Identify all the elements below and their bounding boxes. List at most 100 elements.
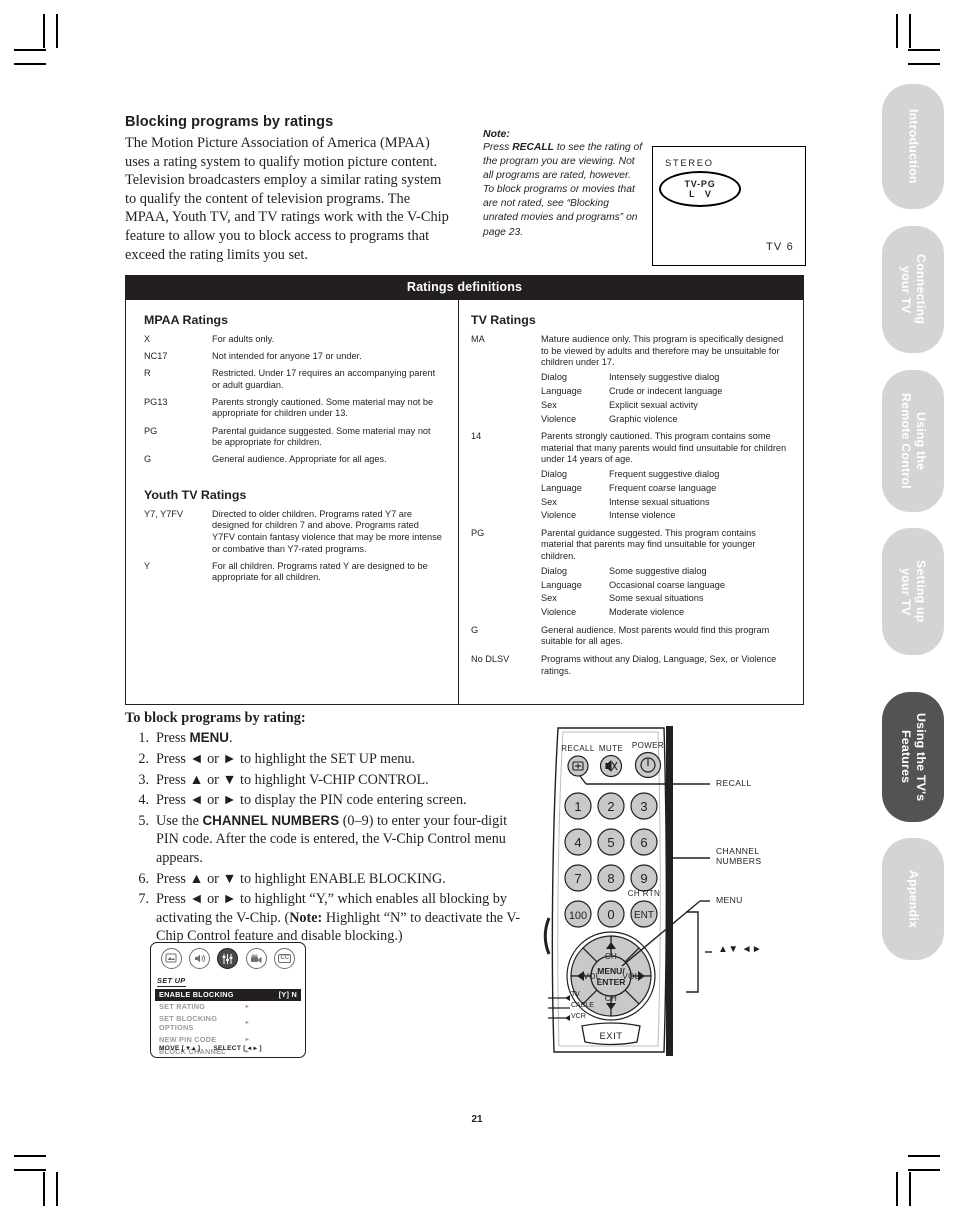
step-number: 5.	[138, 813, 149, 830]
ratings-code: PG	[471, 527, 485, 538]
rating-subcodes: L V	[689, 188, 715, 199]
ratings-subcategory-value: Crude or indecent language	[609, 385, 723, 396]
stereo-indicator: STEREO	[665, 158, 714, 169]
sidebar-item-setting-up-your-tv[interactable]: Setting up your TV	[882, 528, 944, 655]
svg-text:MUTE: MUTE	[599, 744, 623, 753]
ratings-subcategory-key: Dialog	[541, 371, 568, 382]
ratings-subcategory-row: Sex Intense sexual situations	[541, 497, 791, 508]
ratings-subcategory-row: Sex Explicit sexual activity	[541, 400, 791, 411]
step-text: Press ◄ or ► to highlight the SET UP men…	[156, 750, 527, 768]
ratings-code: G	[144, 454, 152, 465]
ratings-code: Y7, Y7FV	[144, 508, 184, 519]
ratings-row: PG Parental guidance suggested. This prog…	[471, 528, 791, 619]
cc-glyph: CC	[278, 954, 292, 963]
ratings-subcategory-value: Some suggestive dialog	[609, 565, 707, 576]
ratings-code: X	[144, 334, 151, 344]
step-fragment: Press ◄ or ► to display the PIN code ent…	[156, 792, 467, 809]
ratings-subcategory-value: Occasional coarse language	[609, 579, 725, 590]
step-number: 7.	[138, 891, 149, 908]
ratings-title-bar: Ratings definitions	[125, 275, 804, 300]
osd-menu-item-label: ENABLE BLOCKING	[159, 990, 234, 1000]
sidebar-item-appendix[interactable]: Appendix	[882, 838, 944, 960]
crop-mark-top-right-v	[909, 14, 911, 48]
ratings-subcategory-row: Dialog Some suggestive dialog	[541, 566, 791, 577]
svg-text:ENT: ENT	[634, 910, 654, 921]
osd-menu-item[interactable]: ENABLE BLOCKING [Y] N	[155, 989, 301, 1001]
sidebar-item-using-the-remote-control[interactable]: Using the Remote Control	[882, 370, 944, 512]
ratings-code: 14	[471, 430, 482, 441]
mpaa-heading: MPAA Ratings	[144, 313, 228, 327]
ratings-description: General audience. Most parents would fin…	[541, 624, 770, 647]
ratings-row: PG Parental guidance suggested. Some mate…	[144, 426, 446, 449]
callout-menu: MENU	[716, 895, 743, 905]
ratings-row: No DLSV Programs without any Dialog, Lang…	[471, 654, 791, 677]
rating-code: TV-PG	[684, 178, 716, 189]
svg-text:9: 9	[640, 871, 647, 886]
remote-body: RECALL MUTE POWER 1 2 3 4 5 6 7 8 9 100 …	[543, 726, 712, 1056]
ratings-subcategory-key: Dialog	[541, 565, 568, 576]
step-text: Press MENU.	[156, 729, 527, 747]
intro-paragraph: The Motion Picture Association of Americ…	[125, 135, 449, 263]
ratings-code: MA	[471, 334, 485, 344]
step-fragment: Use the	[156, 813, 203, 830]
svg-text:CABLE: CABLE	[571, 1002, 594, 1009]
procedure-step: 1. Press MENU.	[127, 729, 527, 747]
callout-arrow-keys: ▲▼ ◄►	[718, 944, 763, 955]
ratings-column-left: MPAA Ratings X For adults only. NC17 Not in…	[126, 300, 459, 704]
ratings-subcategories: Dialog Some suggestive dialog Language Occa…	[541, 566, 791, 619]
sidebar-item-using-the-tvs-features[interactable]: Using the TV's Features	[882, 692, 944, 822]
ratings-row: Y7, Y7FV Directed to older children. Prog…	[144, 509, 446, 555]
channel-indicator: TV 6	[765, 241, 794, 253]
step-number: 1.	[138, 730, 149, 746]
ratings-subcategory-row: Violence Graphic violence	[541, 414, 791, 425]
ratings-description: Restricted. Under 17 requires an accompa…	[212, 368, 436, 390]
callout-recall: RECALL	[716, 778, 752, 788]
sidebar-item-introduction[interactable]: Introduction	[882, 84, 944, 209]
sidebar-item-label: Setting up your TV	[899, 560, 928, 623]
svg-text:3: 3	[640, 799, 647, 814]
sidebar-item-label: Using the TV's Features	[899, 712, 928, 802]
note-body: Press RECALL to see the rating of the pr…	[483, 141, 643, 240]
procedure-step: 7. Press ◄ or ► to highlight “Y,” which e…	[127, 890, 527, 945]
step-number: 3.	[138, 771, 149, 788]
ratings-description: For all children. Programs rated Y are d…	[212, 560, 428, 583]
step-number: 4.	[138, 792, 149, 809]
procedure-step: 4. Press ◄ or ► to display the PIN code e…	[127, 791, 527, 809]
svg-text:5: 5	[607, 835, 614, 850]
crop-mark-top-left-h	[14, 49, 46, 51]
svg-text:0: 0	[607, 907, 614, 922]
ratings-row: G General audience. Most parents would fi…	[471, 625, 791, 648]
ratings-code: No DLSV	[471, 653, 510, 664]
audio-icon	[189, 948, 211, 969]
crop-mark-bottom-right-v	[909, 1172, 911, 1206]
osd-menu-item[interactable]: SET RATING ▸	[155, 1001, 301, 1013]
osd-menu-item-value: ▸	[245, 1020, 249, 1027]
ratings-row: X For adults only.	[144, 334, 446, 346]
callout-channel-numbers: CHANNEL NUMBERS	[716, 846, 762, 867]
ratings-code: R	[144, 368, 151, 379]
osd-menu-item[interactable]: SET BLOCKING OPTIONS ▸	[155, 1013, 301, 1034]
osd-icon-row: CC	[151, 943, 305, 970]
osd-menu-item-label: NEW PIN CODE	[159, 1034, 217, 1044]
step-text: Press ▲ or ▼ to highlight ENABLE BLOCKIN…	[156, 870, 527, 888]
key-label: MENU	[189, 730, 229, 745]
ratings-subcategory-value: Frequent suggestive dialog	[609, 468, 720, 479]
ratings-subcategory-key: Dialog	[541, 468, 568, 479]
svg-text:7: 7	[574, 871, 581, 886]
mpaa-rows: X For adults only. NC17 Not intended for an…	[144, 334, 446, 466]
rating-badge-oval: TV-PG L V	[659, 171, 741, 207]
osd-move-hint: MOVE [ ▾ ▴ ]	[159, 1045, 201, 1052]
crop-mark-bottom-left-v2	[56, 1172, 58, 1206]
crop-mark-bottom-right-h2	[908, 1169, 940, 1171]
ratings-subcategory-key: Language	[541, 579, 582, 590]
ratings-subcategory-value: Moderate violence	[609, 607, 685, 618]
manual-page: Blocking programs by ratings The Motion …	[0, 0, 954, 1206]
ratings-subcategory-key: Sex	[541, 496, 557, 507]
procedure-step: 6. Press ▲ or ▼ to highlight ENABLE BLOCK…	[127, 870, 527, 888]
step-fragment: .	[228, 730, 233, 746]
setup-icon	[217, 948, 239, 969]
ratings-row: PG13 Parents strongly cautioned. Some mat…	[144, 397, 446, 420]
sidebar-item-connecting-your-tv[interactable]: Connecting your TV	[882, 226, 944, 353]
ratings-subcategory-key: Sex	[541, 399, 557, 410]
osd-menu-label: SET UP	[157, 976, 186, 987]
